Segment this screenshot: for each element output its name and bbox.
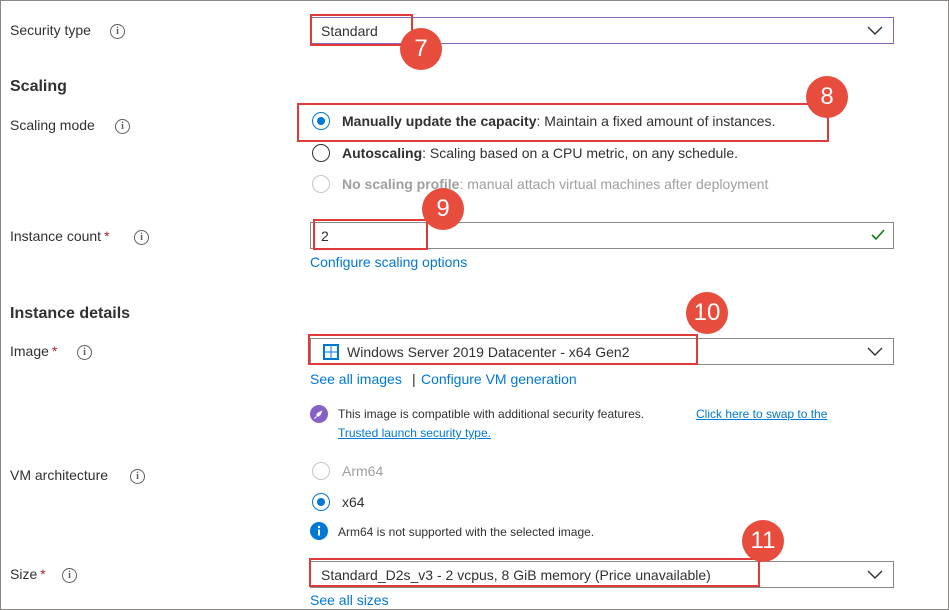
callout-badge: 7 bbox=[400, 28, 442, 70]
info-icon[interactable]: i bbox=[110, 24, 125, 39]
info-icon[interactable]: i bbox=[77, 345, 92, 360]
swap-trusted-launch-link-2[interactable]: Trusted launch security type. bbox=[338, 426, 491, 440]
scaling-autoscaling-option[interactable]: Autoscaling: Scaling based on a CPU metr… bbox=[342, 145, 738, 161]
see-all-sizes-link[interactable]: See all sizes bbox=[310, 592, 389, 608]
highlight-box bbox=[308, 334, 698, 365]
arch-arm64-label[interactable]: Arm64 bbox=[342, 463, 383, 479]
scaling-none-radio[interactable] bbox=[312, 175, 330, 193]
link-separator: | bbox=[412, 371, 416, 387]
scaling-autoscaling-radio[interactable] bbox=[312, 144, 330, 162]
configure-scaling-link[interactable]: Configure scaling options bbox=[310, 254, 467, 270]
scaling-heading: Scaling bbox=[10, 78, 67, 95]
chevron-down-icon bbox=[867, 570, 883, 579]
rocket-icon bbox=[310, 405, 328, 423]
swap-trusted-launch-link-1[interactable]: Click here to swap to the bbox=[696, 407, 827, 421]
highlight-box bbox=[313, 219, 428, 250]
image-label: Image * bbox=[10, 343, 58, 359]
instance-count-label: Instance count * bbox=[10, 228, 110, 244]
chevron-down-icon bbox=[867, 26, 883, 35]
highlight-box bbox=[309, 558, 760, 587]
arch-x64-radio[interactable] bbox=[312, 493, 330, 511]
compat-text: This image is compatible with additional… bbox=[338, 407, 645, 421]
configure-vm-generation-link[interactable]: Configure VM generation bbox=[421, 371, 577, 387]
see-all-images-link[interactable]: See all images bbox=[310, 371, 402, 387]
callout-badge: 10 bbox=[686, 292, 728, 334]
chevron-down-icon bbox=[867, 347, 883, 356]
highlight-box bbox=[297, 103, 829, 142]
instance-details-heading: Instance details bbox=[10, 305, 131, 322]
highlight-box bbox=[310, 14, 413, 46]
callout-badge: 11 bbox=[742, 520, 784, 562]
callout-badge: 8 bbox=[806, 76, 848, 118]
size-label: Size * bbox=[10, 566, 46, 582]
scaling-none-option[interactable]: No scaling profile: manual attach virtua… bbox=[342, 176, 768, 192]
info-icon[interactable]: i bbox=[115, 119, 130, 134]
arch-x64-label[interactable]: x64 bbox=[342, 494, 365, 510]
scaling-mode-label: Scaling mode bbox=[10, 117, 95, 133]
callout-badge: 9 bbox=[422, 188, 464, 230]
info-icon[interactable]: i bbox=[134, 230, 149, 245]
info-icon[interactable]: i bbox=[62, 568, 77, 583]
arch-arm64-radio[interactable] bbox=[312, 462, 330, 480]
security-type-label: Security type bbox=[10, 22, 91, 38]
arch-info-text: Arm64 is not supported with the selected… bbox=[338, 525, 595, 539]
info-filled-icon bbox=[310, 522, 328, 540]
info-icon[interactable]: i bbox=[130, 469, 145, 484]
vm-architecture-label: VM architecture bbox=[10, 467, 109, 483]
checkmark-icon bbox=[871, 229, 885, 241]
